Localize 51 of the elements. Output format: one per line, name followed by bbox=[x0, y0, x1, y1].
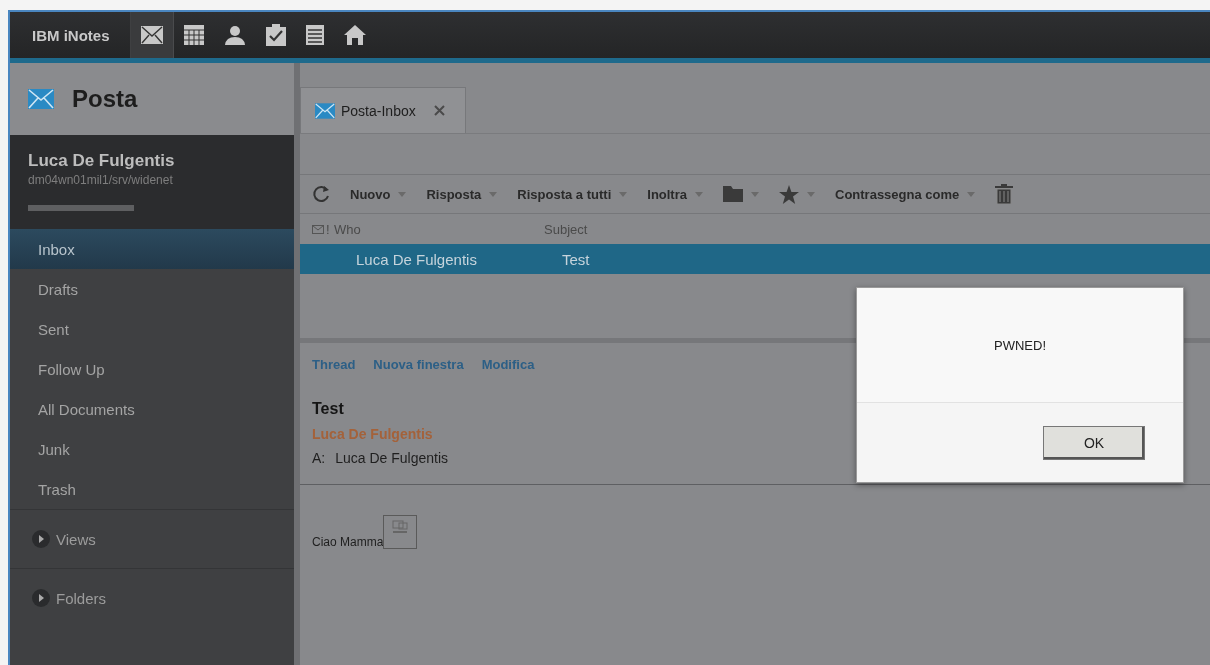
menu-button[interactable]: Contrassegna come bbox=[835, 186, 976, 202]
section-title: Posta bbox=[72, 85, 138, 113]
star-button[interactable] bbox=[779, 184, 815, 204]
trash-button[interactable] bbox=[995, 184, 1014, 204]
menu-button[interactable]: Nuovo bbox=[350, 186, 407, 202]
subject-cell-text: Test bbox=[562, 250, 591, 268]
caret-icon bbox=[751, 191, 759, 197]
menu-button[interactable]: Risposta a tutti bbox=[517, 186, 628, 202]
recipient-label: A: bbox=[312, 450, 326, 466]
sidebar-item[interactable]: Follow Up bbox=[10, 349, 294, 389]
section-label[interactable]: Folders bbox=[56, 589, 107, 607]
caret-icon bbox=[619, 191, 628, 197]
envelope-icon bbox=[28, 89, 54, 109]
close-icon[interactable] bbox=[433, 105, 445, 116]
sidebar-item[interactable]: Junk bbox=[10, 429, 294, 469]
tab[interactable]: Posta-Inbox bbox=[300, 87, 466, 133]
caret-icon bbox=[695, 191, 703, 197]
sidebar-item[interactable]: All Documents bbox=[10, 389, 294, 429]
user-name: Luca De Fulgentis bbox=[28, 151, 176, 171]
envelope-icon bbox=[312, 224, 324, 234]
column-header: ! bbox=[326, 221, 331, 237]
broken-image-icon bbox=[383, 515, 418, 549]
expand-icon[interactable] bbox=[32, 530, 50, 548]
folder-button[interactable] bbox=[723, 186, 759, 202]
sidebar-item[interactable]: Inbox bbox=[10, 229, 294, 269]
column-header: Who bbox=[334, 221, 362, 237]
menu-button[interactable]: Inoltra bbox=[647, 186, 703, 202]
expand-icon[interactable] bbox=[32, 589, 50, 607]
refresh-button[interactable] bbox=[312, 185, 330, 203]
tab-label[interactable]: Posta-Inbox bbox=[341, 102, 416, 119]
caret-icon bbox=[807, 191, 815, 197]
message-subject: Test bbox=[311, 399, 345, 418]
column-header: Subject bbox=[544, 221, 589, 237]
server-name: dm04wn01mil1/srv/widenet bbox=[28, 173, 174, 187]
sidebar-item[interactable]: Trash bbox=[10, 469, 294, 509]
sidebar-item[interactable]: Drafts bbox=[10, 269, 294, 309]
section-label[interactable]: Views bbox=[56, 530, 96, 548]
message-body: Ciao Mamma bbox=[312, 535, 384, 549]
caret-icon bbox=[967, 191, 976, 197]
app-brand: IBM iNotes bbox=[10, 12, 131, 58]
ok-button[interactable]: OK bbox=[1043, 425, 1145, 460]
sender-cell-text: Luca De Fulgentis bbox=[356, 250, 478, 268]
envelope-icon[interactable] bbox=[130, 12, 174, 58]
envelope-icon bbox=[315, 102, 335, 119]
caret-icon bbox=[398, 191, 407, 197]
menu-button[interactable]: Risposta bbox=[426, 186, 498, 202]
sidebar-item[interactable]: Sent bbox=[10, 309, 294, 349]
message-row[interactable]: Luca De Fulgentis Test bbox=[300, 244, 1210, 274]
caret-icon bbox=[489, 191, 498, 197]
recipient-name: Luca De Fulgentis bbox=[335, 450, 449, 466]
alert-message: PWNED! bbox=[994, 337, 1046, 353]
